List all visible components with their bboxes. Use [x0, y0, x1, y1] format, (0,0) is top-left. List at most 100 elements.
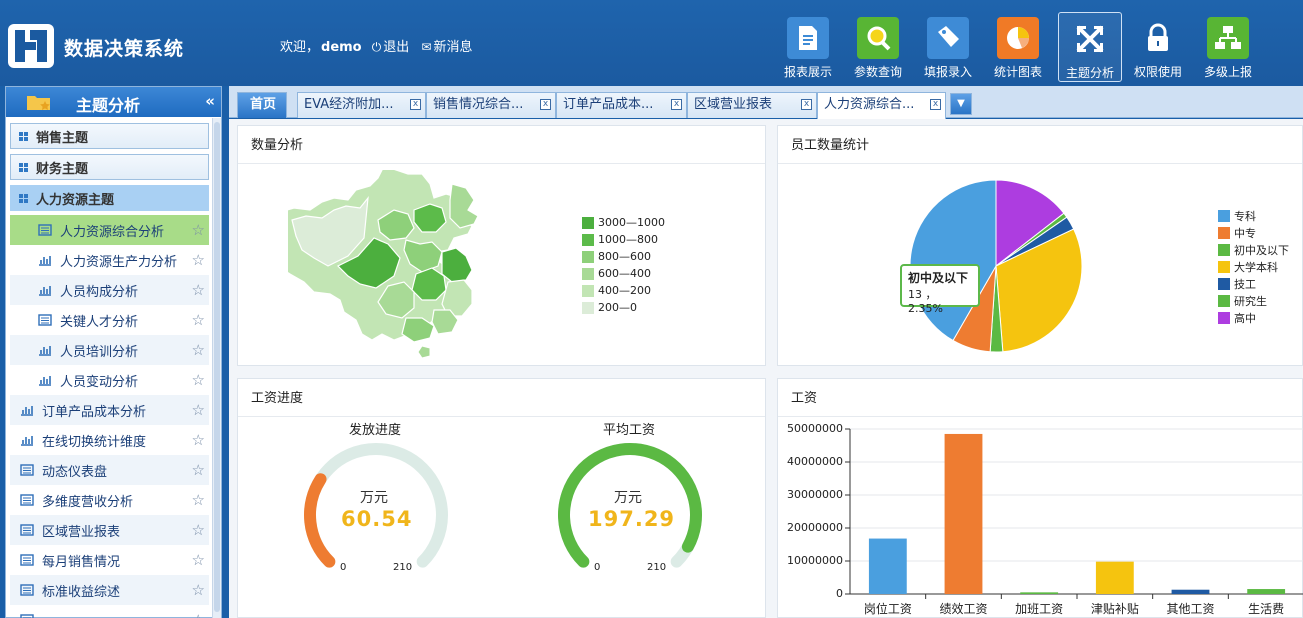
tool-param-query[interactable]: 参数查询: [846, 12, 910, 82]
legend-label: 专科: [1234, 210, 1256, 223]
group-finance[interactable]: 财务主题: [10, 154, 209, 180]
close-icon[interactable]: x: [801, 99, 812, 110]
form-icon: [20, 584, 34, 596]
favorite-star-icon[interactable]: ☆: [192, 491, 205, 509]
pie-legend-item[interactable]: 高中: [1218, 310, 1256, 326]
legend-swatch: [1218, 278, 1230, 290]
sidebar-item[interactable]: ☆: [10, 605, 209, 618]
form-icon: [20, 464, 34, 476]
favorite-star-icon[interactable]: ☆: [192, 521, 205, 539]
close-icon[interactable]: x: [930, 99, 941, 110]
group-hr[interactable]: 人力资源主题: [10, 185, 209, 211]
app-title: 数据决策系统: [64, 38, 185, 60]
messages-link[interactable]: ✉ 新消息: [421, 40, 474, 55]
tab-order-cost[interactable]: 订单产品成本... x: [556, 92, 687, 118]
pie-legend-item[interactable]: 大学本科: [1218, 259, 1278, 275]
favorite-star-icon[interactable]: ☆: [192, 221, 205, 239]
y-tick-label: 40000000: [787, 455, 843, 468]
sidebar-item[interactable]: 在线切换统计维度 ☆: [10, 425, 209, 455]
close-icon[interactable]: x: [410, 99, 421, 110]
y-tick-label: 50000000: [787, 422, 843, 435]
sidebar-sub-item[interactable]: 人员构成分析 ☆: [10, 275, 209, 305]
welcome-prefix: 欢迎，: [280, 40, 320, 55]
tooltip-value: 13 ， 2.35%: [908, 288, 943, 315]
tool-topic-analysis[interactable]: 主题分析: [1058, 12, 1122, 82]
tab-home[interactable]: 首页: [237, 92, 287, 118]
sidebar-sub-item[interactable]: 人力资源生产力分析 ☆: [10, 245, 209, 275]
gauge-min: 0: [340, 562, 347, 573]
tab-sales-overview[interactable]: 销售情况综合... x: [426, 92, 556, 118]
sidebar-collapse-button[interactable]: «: [205, 92, 215, 110]
salary-bar[interactable]: [944, 433, 983, 594]
sidebar-sub-item[interactable]: 人员变动分析 ☆: [10, 365, 209, 395]
sidebar-item[interactable]: 区域营业报表 ☆: [10, 515, 209, 545]
legend-label: 大学本科: [1234, 261, 1278, 274]
favorite-star-icon[interactable]: ☆: [192, 371, 205, 389]
favorite-star-icon[interactable]: ☆: [192, 281, 205, 299]
salary-bar[interactable]: [1095, 561, 1134, 594]
pie-legend-item[interactable]: 中专: [1218, 225, 1256, 241]
sidebar-sub-item[interactable]: 关键人才分析 ☆: [10, 305, 209, 335]
power-icon: ⏻: [371, 40, 382, 54]
map-legend-item: 800—600: [582, 250, 651, 263]
sidebar-item[interactable]: 标准收益综述 ☆: [10, 575, 209, 605]
salary-bar[interactable]: [868, 538, 907, 594]
close-icon[interactable]: x: [540, 99, 551, 110]
sidebar-item-label: 多维度营收分析: [42, 494, 134, 510]
pie-legend-item[interactable]: 专科: [1218, 208, 1256, 224]
scrollbar-thumb[interactable]: [214, 122, 220, 612]
favorite-star-icon[interactable]: ☆: [192, 401, 205, 419]
sidebar-item[interactable]: 每月销售情况 ☆: [10, 545, 209, 575]
tool-permission[interactable]: 权限使用: [1126, 12, 1190, 82]
legend-label: 800—600: [598, 250, 651, 263]
tab-eva[interactable]: EVA经济附加... x: [297, 92, 426, 118]
panel-salary-bars: 工资 0 10000000 20000000 30000000 40000000 5000…: [777, 378, 1303, 618]
salary-bar[interactable]: [1020, 592, 1059, 594]
salary-bar[interactable]: [1171, 589, 1210, 594]
favorite-star-icon[interactable]: ☆: [192, 461, 205, 479]
salary-bar[interactable]: [1247, 589, 1286, 594]
tab-hr-overview[interactable]: 人力资源综合... x: [817, 92, 946, 119]
sidebar-menu: 销售主题 财务主题 人力资源主题 人力资源综合分析 ☆ 人力资源生产力分析 ☆ 人员构成…: [6, 118, 213, 618]
sidebar-item-label: 每月销售情况: [42, 554, 121, 570]
username: demo: [321, 40, 362, 55]
sidebar-item-label: 标准收益综述: [42, 584, 121, 600]
pie-legend-item[interactable]: 初中及以下: [1218, 242, 1289, 258]
pie-legend-item[interactable]: 技工: [1218, 276, 1256, 292]
tab-more-button[interactable]: ▼: [950, 93, 972, 115]
favorite-star-icon[interactable]: ☆: [192, 341, 205, 359]
china-map[interactable]: [288, 170, 528, 362]
topic-items: 订单产品成本分析 ☆ 在线切换统计维度 ☆ 动态仪表盘 ☆ 多维度营收分析 ☆ 区域营业报表 ☆ 每…: [6, 395, 213, 618]
welcome-bar: 欢迎， demo ⏻ 退出 ✉ 新消息: [280, 36, 481, 55]
legend-swatch: [1218, 244, 1230, 256]
pie-legend-item[interactable]: 研究生: [1218, 293, 1267, 309]
sidebar-item-label: 关键人才分析: [60, 314, 139, 330]
tool-report-view[interactable]: 报表展示: [776, 12, 840, 82]
salary-bar-chart[interactable]: [778, 419, 1303, 618]
sidebar-item[interactable]: 多维度营收分析 ☆: [10, 485, 209, 515]
tool-data-entry[interactable]: 填报录入: [916, 12, 980, 82]
favorite-star-icon[interactable]: ☆: [192, 611, 205, 618]
sidebar-scrollbar[interactable]: [212, 118, 221, 618]
favorite-star-icon[interactable]: ☆: [192, 251, 205, 269]
tool-stat-charts[interactable]: 统计图表: [986, 12, 1050, 82]
sidebar-sub-item[interactable]: 人员培训分析 ☆: [10, 335, 209, 365]
favorite-star-icon[interactable]: ☆: [192, 581, 205, 599]
tooltip-title: 初中及以下: [908, 271, 969, 285]
logout-link[interactable]: ⏻ 退出: [372, 40, 412, 55]
sidebar-sub-item[interactable]: 人力资源综合分析 ☆: [10, 215, 209, 245]
sidebar-item[interactable]: 订单产品成本分析 ☆: [10, 395, 209, 425]
favorite-star-icon[interactable]: ☆: [192, 431, 205, 449]
map-legend-item: 3000—1000: [582, 216, 665, 229]
tab-region-report[interactable]: 区域营业报表 x: [687, 92, 817, 118]
tool-multilevel-report[interactable]: 多级上报: [1196, 12, 1260, 82]
group-sales[interactable]: 销售主题: [10, 123, 209, 149]
sidebar-item[interactable]: 动态仪表盘 ☆: [10, 455, 209, 485]
form-icon: [20, 494, 34, 506]
favorite-star-icon[interactable]: ☆: [192, 311, 205, 329]
legend-label: 400—200: [598, 284, 651, 297]
legend-label: 3000—1000: [598, 216, 665, 229]
favorite-star-icon[interactable]: ☆: [192, 551, 205, 569]
gauge-max: 210: [647, 562, 667, 573]
close-icon[interactable]: x: [671, 99, 682, 110]
